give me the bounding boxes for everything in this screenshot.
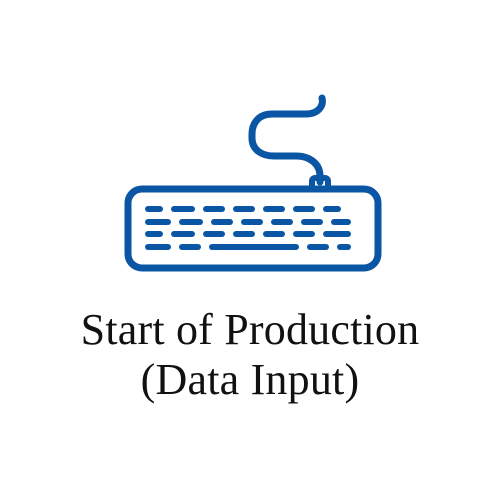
- caption: Start of Production (Data Input): [0, 305, 500, 405]
- keyboard-icon: [124, 94, 382, 276]
- caption-line-1: Start of Production: [80, 305, 420, 354]
- caption-line-2: (Data Input): [140, 355, 360, 404]
- icon-card: Start of Production (Data Input): [0, 0, 500, 500]
